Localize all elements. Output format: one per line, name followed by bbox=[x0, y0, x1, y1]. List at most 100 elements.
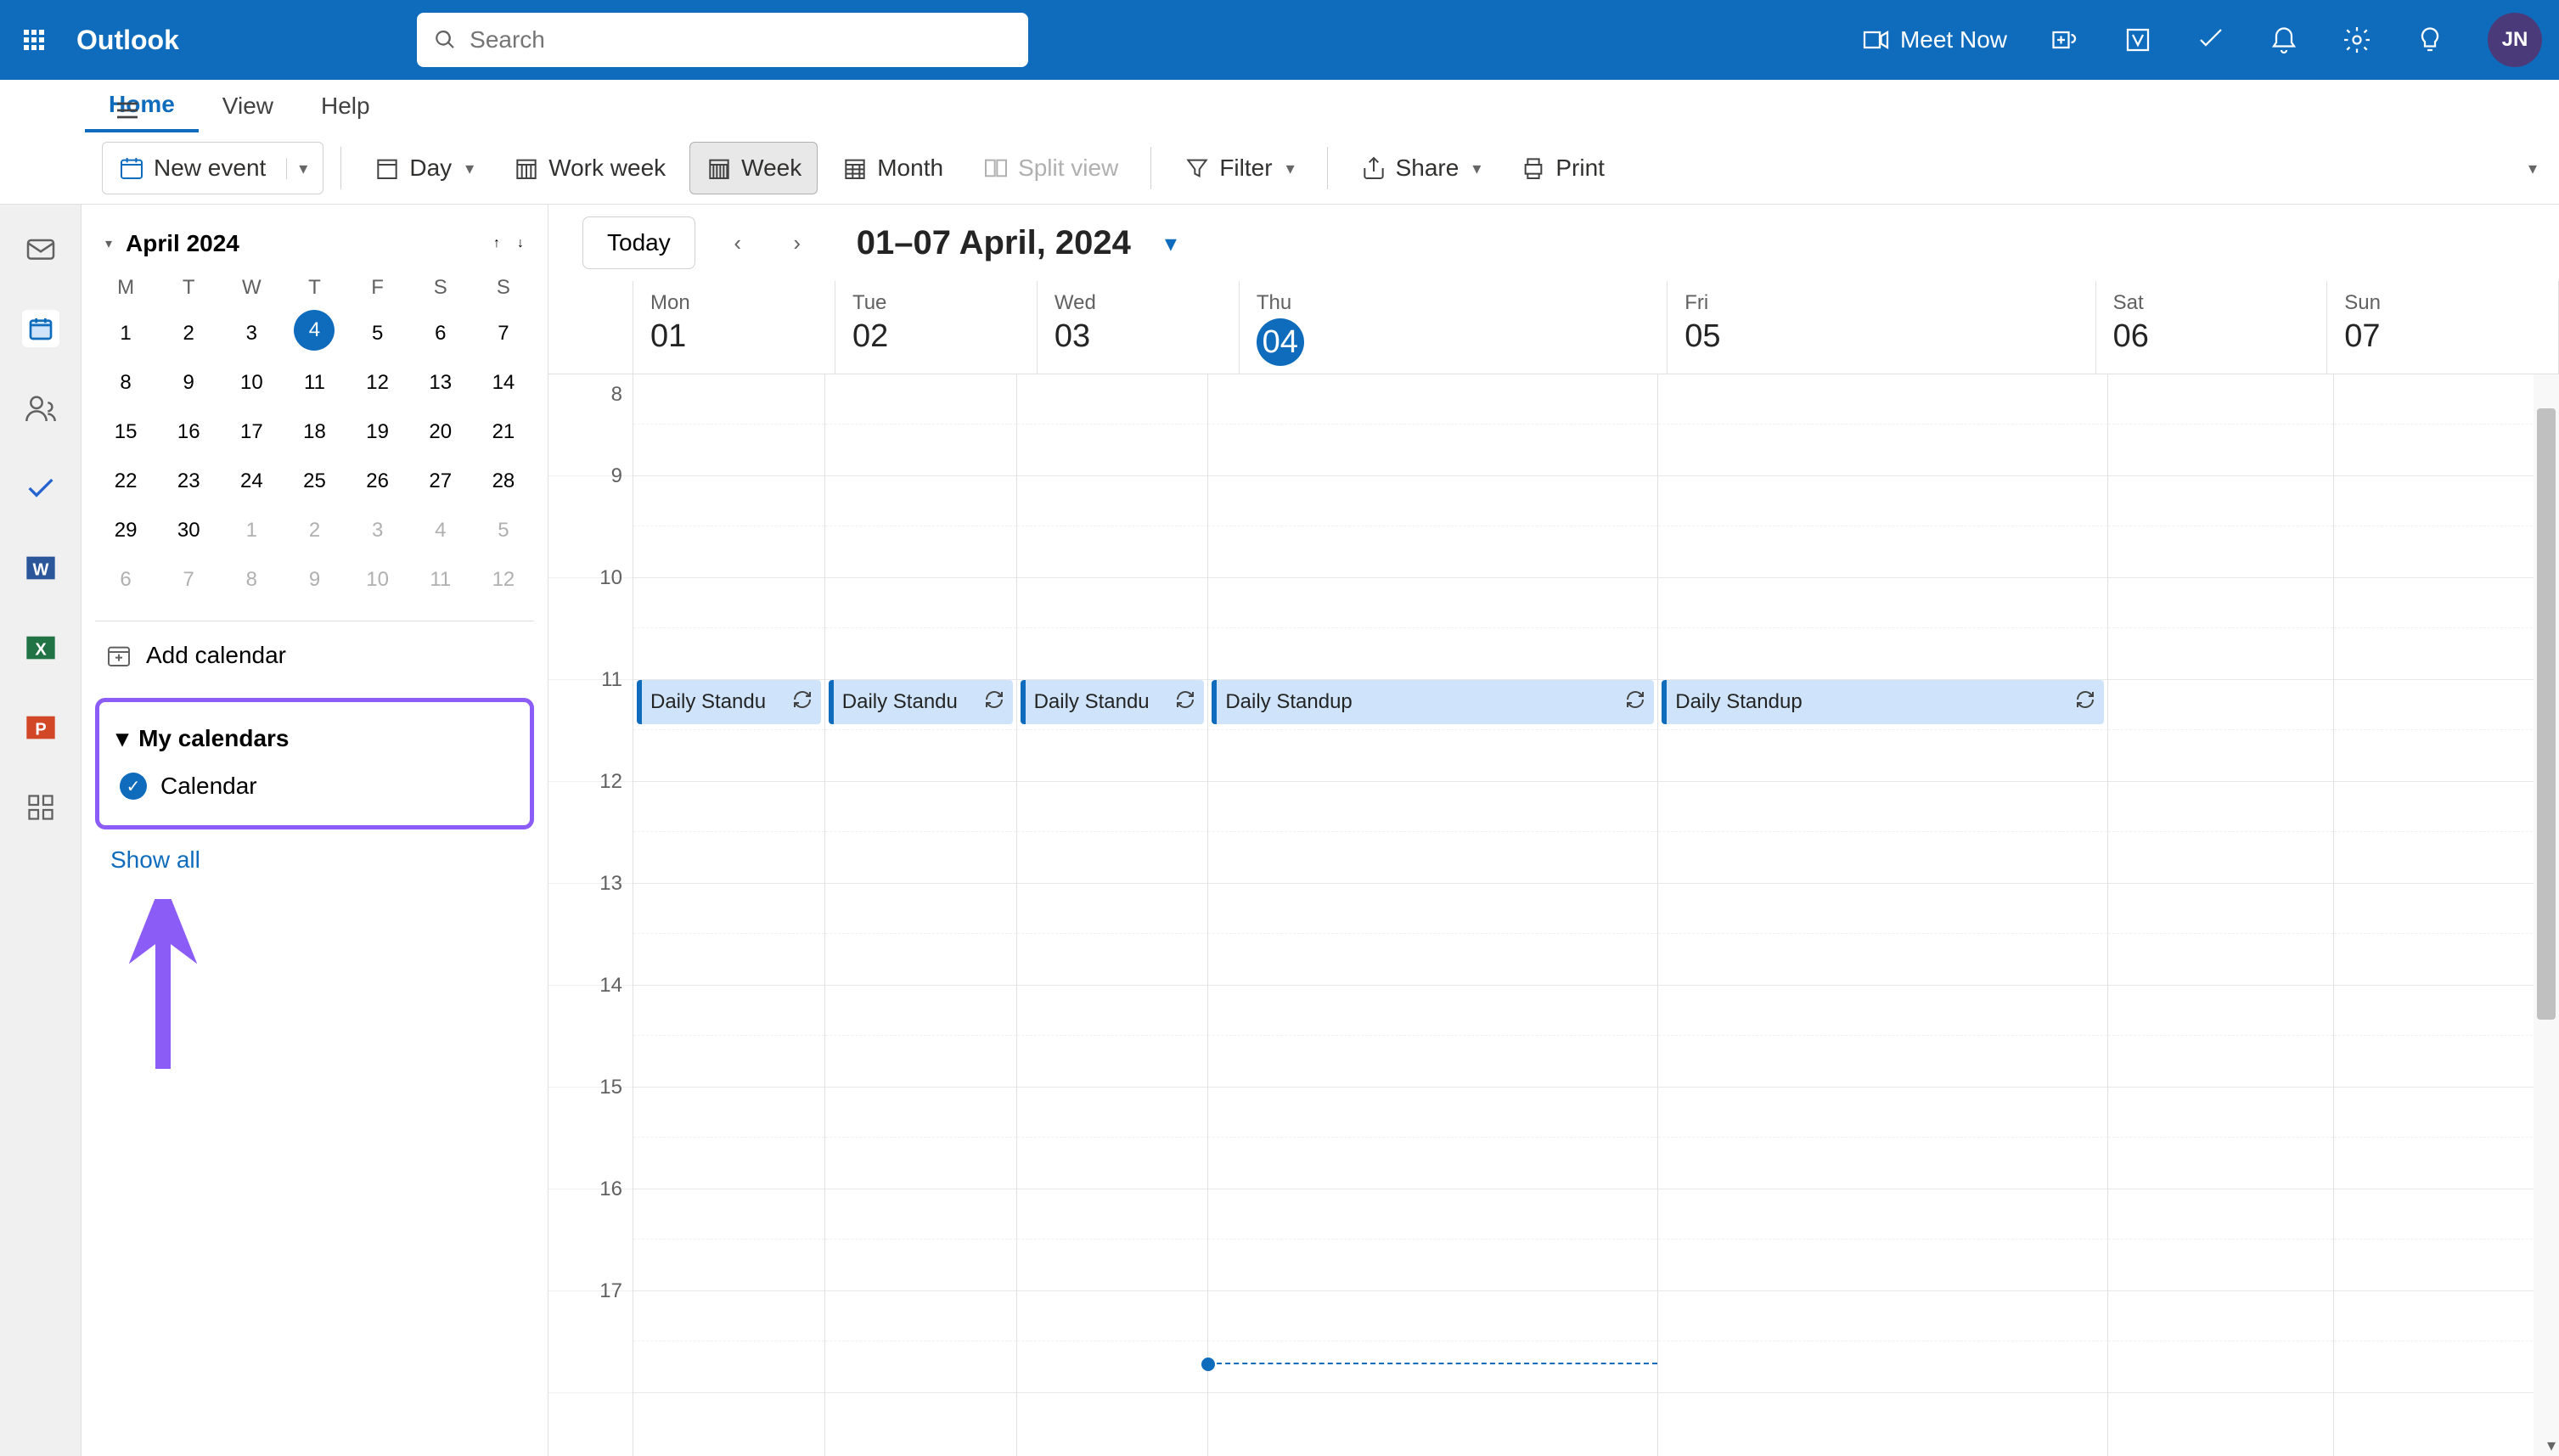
calendar-event[interactable]: Daily Standu bbox=[829, 680, 1013, 724]
mini-cal-day[interactable]: 29 bbox=[95, 507, 156, 554]
prev-week-button[interactable]: ‹ bbox=[721, 226, 755, 260]
hour-cell[interactable] bbox=[1658, 782, 2107, 884]
todo-header-icon[interactable] bbox=[2196, 25, 2226, 55]
mini-cal-day[interactable]: 1 bbox=[221, 507, 282, 554]
mini-cal-day[interactable]: 18 bbox=[284, 408, 345, 456]
mini-cal-day[interactable]: 12 bbox=[473, 556, 534, 604]
share-button[interactable]: Share ▾ bbox=[1345, 142, 1497, 194]
day-column[interactable]: Daily Standup bbox=[1208, 374, 1658, 1456]
hour-cell[interactable] bbox=[1017, 374, 1208, 476]
more-apps-rail-button[interactable] bbox=[22, 789, 59, 826]
hour-cell[interactable] bbox=[1017, 884, 1208, 986]
hour-cell[interactable] bbox=[1208, 578, 1657, 680]
mini-cal-day[interactable]: 10 bbox=[221, 359, 282, 407]
hour-cell[interactable] bbox=[633, 1189, 824, 1291]
mini-cal-day[interactable]: 28 bbox=[473, 458, 534, 505]
mini-cal-day[interactable]: 11 bbox=[410, 556, 471, 604]
hour-cell[interactable] bbox=[2334, 680, 2558, 782]
hour-cell[interactable] bbox=[1017, 1189, 1208, 1291]
hour-cell[interactable] bbox=[1658, 1088, 2107, 1189]
hour-cell[interactable] bbox=[1208, 476, 1657, 578]
onenote-icon[interactable] bbox=[2123, 25, 2153, 55]
mini-cal-day[interactable]: 2 bbox=[284, 507, 345, 554]
hour-cell[interactable] bbox=[2334, 986, 2558, 1088]
day-column-header[interactable]: Fri05 bbox=[1668, 281, 2095, 374]
hour-cell[interactable] bbox=[1017, 986, 1208, 1088]
settings-icon[interactable] bbox=[2342, 25, 2372, 55]
word-rail-button[interactable]: W bbox=[22, 549, 59, 587]
hour-cell[interactable] bbox=[1208, 986, 1657, 1088]
hour-cell[interactable] bbox=[825, 1291, 1016, 1393]
hour-cell[interactable] bbox=[1658, 1189, 2107, 1291]
week-body[interactable]: 891011121314151617 Daily StanduDaily Sta… bbox=[548, 374, 2559, 1456]
next-week-button[interactable]: › bbox=[780, 226, 814, 260]
mini-cal-day[interactable]: 5 bbox=[473, 507, 534, 554]
hour-cell[interactable] bbox=[633, 986, 824, 1088]
hour-cell[interactable] bbox=[1017, 578, 1208, 680]
hour-cell[interactable] bbox=[825, 374, 1016, 476]
hour-cell[interactable] bbox=[1017, 782, 1208, 884]
mini-cal-day[interactable]: 15 bbox=[95, 408, 156, 456]
hour-cell[interactable] bbox=[2108, 1291, 2332, 1393]
hour-cell[interactable] bbox=[1208, 1088, 1657, 1189]
mini-cal-day[interactable]: 30 bbox=[158, 507, 219, 554]
mini-cal-day[interactable]: 8 bbox=[221, 556, 282, 604]
mini-cal-day[interactable]: 3 bbox=[221, 310, 282, 357]
hour-cell[interactable] bbox=[825, 578, 1016, 680]
print-button[interactable]: Print bbox=[1504, 142, 1620, 194]
day-view-button[interactable]: Day ▾ bbox=[358, 142, 489, 194]
chevron-down-icon[interactable]: ▾ bbox=[1286, 158, 1295, 179]
hour-cell[interactable] bbox=[825, 1189, 1016, 1291]
calendar-check-icon[interactable]: ✓ bbox=[120, 773, 147, 800]
hour-cell[interactable] bbox=[2334, 578, 2558, 680]
day-column-header[interactable]: Sat06 bbox=[2096, 281, 2328, 374]
hour-cell[interactable] bbox=[2108, 680, 2332, 782]
user-avatar[interactable]: JN bbox=[2488, 13, 2542, 67]
hour-cell[interactable] bbox=[825, 782, 1016, 884]
mini-cal-day[interactable]: 25 bbox=[284, 458, 345, 505]
hour-cell[interactable] bbox=[633, 476, 824, 578]
mini-cal-day[interactable]: 4 bbox=[294, 310, 335, 351]
hour-cell[interactable] bbox=[1208, 1291, 1657, 1393]
hour-cell[interactable] bbox=[2334, 1189, 2558, 1291]
mini-cal-day[interactable]: 2 bbox=[158, 310, 219, 357]
search-box[interactable] bbox=[417, 13, 1028, 67]
hour-cell[interactable] bbox=[2108, 1189, 2332, 1291]
calendar-event[interactable]: Daily Standup bbox=[1662, 680, 2104, 724]
mini-cal-day[interactable]: 6 bbox=[95, 556, 156, 604]
mini-cal-day[interactable]: 22 bbox=[95, 458, 156, 505]
calendar-event[interactable]: Daily Standu bbox=[637, 680, 821, 724]
mini-cal-day[interactable]: 23 bbox=[158, 458, 219, 505]
mini-cal-day[interactable]: 10 bbox=[347, 556, 408, 604]
hour-cell[interactable] bbox=[1017, 1088, 1208, 1189]
mini-cal-prev-button[interactable]: ↑ bbox=[493, 236, 500, 251]
mini-cal-day[interactable]: 6 bbox=[410, 310, 471, 357]
hour-cell[interactable] bbox=[2108, 476, 2332, 578]
day-column-header[interactable]: Mon01 bbox=[633, 281, 835, 374]
hour-cell[interactable] bbox=[2334, 1291, 2558, 1393]
hour-cell[interactable] bbox=[1017, 476, 1208, 578]
mini-cal-chevron[interactable]: ▾ bbox=[105, 235, 112, 252]
day-column[interactable]: Daily Standu bbox=[633, 374, 825, 1456]
my-calendars-header[interactable]: ▾ My calendars bbox=[113, 716, 516, 761]
date-range-dropdown-chevron[interactable]: ▾ bbox=[1165, 229, 1177, 257]
mini-cal-next-button[interactable]: ↓ bbox=[517, 236, 524, 251]
hour-cell[interactable] bbox=[633, 1088, 824, 1189]
hour-cell[interactable] bbox=[2334, 476, 2558, 578]
tab-view[interactable]: View bbox=[199, 80, 297, 132]
hour-cell[interactable] bbox=[633, 1291, 824, 1393]
people-rail-button[interactable] bbox=[22, 390, 59, 427]
day-column[interactable] bbox=[2108, 374, 2333, 1456]
hour-cell[interactable] bbox=[2334, 374, 2558, 476]
hour-cell[interactable] bbox=[2334, 884, 2558, 986]
mini-cal-day[interactable]: 9 bbox=[158, 359, 219, 407]
hour-cell[interactable] bbox=[1658, 986, 2107, 1088]
mini-cal-day[interactable]: 11 bbox=[284, 359, 345, 407]
mini-cal-day[interactable]: 17 bbox=[221, 408, 282, 456]
hour-cell[interactable] bbox=[2334, 782, 2558, 884]
hour-cell[interactable] bbox=[633, 782, 824, 884]
mini-cal-day[interactable]: 21 bbox=[473, 408, 534, 456]
day-column-header[interactable]: Wed03 bbox=[1038, 281, 1240, 374]
mini-cal-day[interactable]: 19 bbox=[347, 408, 408, 456]
hour-cell[interactable] bbox=[2108, 782, 2332, 884]
